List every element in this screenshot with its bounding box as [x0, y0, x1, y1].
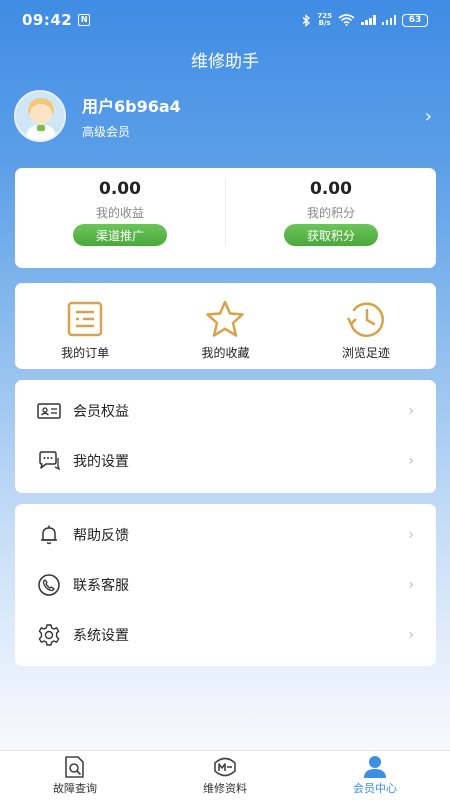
status-time: 09:42: [22, 11, 73, 29]
status-icons: 725 B/s 63: [302, 13, 428, 27]
chevron-right-icon: ›: [424, 105, 432, 127]
order-list-icon: [67, 301, 103, 337]
member-benefits-label: 会员权益: [73, 404, 129, 420]
menu-group-2: 帮助反馈 › 联系客服 › 系统设置 ›: [15, 504, 436, 666]
chevron-right-icon: ›: [408, 577, 414, 593]
contact-support-label: 联系客服: [73, 578, 129, 594]
browse-history-item[interactable]: 浏览足迹: [296, 283, 436, 369]
member-level: 高级会员: [82, 124, 131, 139]
gear-icon: [37, 623, 61, 647]
bell-icon: [37, 523, 61, 547]
chevron-right-icon: ›: [408, 627, 414, 643]
chevron-right-icon: ›: [408, 403, 414, 419]
bottom-nav: 故障查询 维修资料 会员中心: [0, 750, 450, 800]
my-settings-item[interactable]: 我的设置 ›: [15, 436, 436, 486]
nav-member-center-label: 会员中心: [353, 782, 397, 795]
document-search-icon: [65, 756, 84, 778]
nfc-icon: N: [78, 14, 91, 26]
browse-history-label: 浏览足迹: [341, 346, 390, 360]
battery-icon: 63: [402, 13, 428, 27]
points-value: 0.00: [310, 179, 352, 199]
chat-bubbles-icon: [37, 449, 61, 473]
nav-repair-docs[interactable]: 维修资料: [150, 751, 300, 800]
help-feedback-label: 帮助反馈: [73, 528, 129, 544]
chevron-right-icon: ›: [408, 527, 414, 543]
signal-icon: [361, 15, 376, 25]
signal-icon-2: [381, 15, 396, 25]
stats-card: 0.00 我的收益 渠道推广 0.00 我的积分 获取积分: [15, 168, 436, 268]
nav-fault-query[interactable]: 故障查询: [0, 751, 150, 800]
points-label: 我的积分: [306, 206, 355, 220]
nav-fault-query-label: 故障查询: [53, 782, 97, 795]
profile-header[interactable]: 用户6b96a4 高级会员 ›: [14, 90, 436, 142]
help-feedback-item[interactable]: 帮助反馈 ›: [15, 510, 436, 560]
status-bar: 09:42 N 725 B/s 63: [0, 0, 450, 40]
nav-member-center[interactable]: 会员中心: [300, 751, 450, 800]
avatar[interactable]: [14, 90, 66, 142]
bluetooth-icon: [302, 13, 311, 27]
my-orders-label: 我的订单: [61, 346, 110, 360]
contact-support-item[interactable]: 联系客服 ›: [15, 560, 436, 610]
wrench-badge-icon: [214, 757, 236, 777]
earnings-label: 我的收益: [95, 206, 144, 220]
quick-actions-card: 我的订单 我的收藏 浏览足迹: [15, 283, 436, 369]
my-settings-label: 我的设置: [73, 454, 129, 470]
channel-promotion-button[interactable]: 渠道推广: [73, 224, 167, 246]
points-stat: 0.00 我的积分 获取积分: [226, 168, 436, 268]
star-icon: [206, 300, 245, 337]
username: 用户6b96a4: [82, 96, 181, 116]
page-title: 维修助手: [191, 52, 259, 72]
net-speed: 725 B/s: [317, 12, 332, 27]
id-card-icon: [37, 399, 61, 423]
nav-repair-docs-label: 维修资料: [203, 782, 247, 795]
my-favorites-item[interactable]: 我的收藏: [155, 283, 295, 369]
user-icon: [364, 756, 386, 778]
history-clock-icon: [346, 302, 384, 338]
system-settings-item[interactable]: 系统设置 ›: [15, 610, 436, 660]
phone-icon: [37, 573, 61, 597]
wifi-icon: [338, 14, 355, 26]
chevron-right-icon: ›: [408, 453, 414, 469]
my-orders-item[interactable]: 我的订单: [15, 283, 155, 369]
my-favorites-label: 我的收藏: [201, 346, 250, 360]
get-points-button[interactable]: 获取积分: [284, 224, 378, 246]
system-settings-label: 系统设置: [73, 628, 129, 644]
earnings-stat: 0.00 我的收益 渠道推广: [15, 168, 225, 268]
menu-group-1: 会员权益 › 我的设置 ›: [15, 380, 436, 493]
member-benefits-item[interactable]: 会员权益 ›: [15, 386, 436, 436]
earnings-value: 0.00: [99, 179, 141, 199]
